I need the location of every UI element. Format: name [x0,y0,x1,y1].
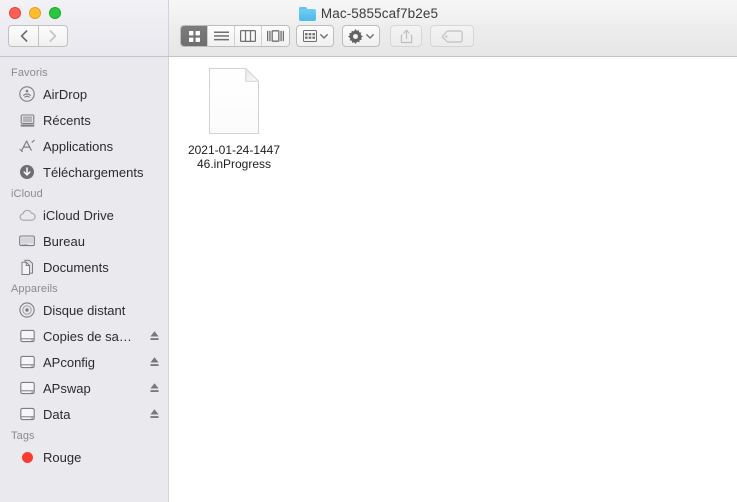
sidebar-item-label: Rouge [43,449,82,465]
gallery-view-icon [267,30,284,42]
gear-icon [348,28,363,44]
sidebar-item-label: Copies de sa… [43,328,132,344]
sidebar-item-label: APswap [43,380,91,396]
sidebar-item-label: Data [43,406,71,422]
hard-drive-icon [18,353,36,371]
sidebar-item-apswap[interactable]: APswap [0,375,168,401]
sidebar-item-apconfig[interactable]: APconfig [0,349,168,375]
view-mode-gallery-button[interactable] [262,26,289,46]
traffic-light-buttons [9,7,61,19]
tag-icon [441,29,463,43]
sidebar-section-icloud: iCloud [11,188,43,200]
sidebar-item-icloud-drive[interactable]: iCloud Drive [0,202,168,228]
file-name-line-2: 46.inProgress [196,157,272,171]
sidebar-content: Favoris AirDrop Récents Applications Tél… [0,57,168,470]
sidebar-item-label: iCloud Drive [43,207,114,223]
hard-drive-icon [18,405,36,423]
chevron-down-icon [366,33,374,39]
file-item[interactable]: 2021-01-24-1447 46.inProgress [178,63,290,171]
file-name-label: 2021-01-24-1447 46.inProgress [181,143,287,171]
action-menu-button[interactable] [342,25,380,47]
recents-icon [18,111,36,129]
file-name-line-1: 2021-01-24-1447 [187,143,281,157]
column-view-icon [240,30,256,42]
sidebar-item-airdrop[interactable]: AirDrop [0,81,168,107]
eject-icon[interactable] [148,381,160,395]
finder-window: Mac-5855caf7b2e5 Favoris AirDrop Récents… [0,0,737,502]
sidebar-item-label: APconfig [43,354,96,370]
eject-icon[interactable] [148,407,160,421]
sidebar-item-label: AirDrop [43,86,88,102]
sidebar-item-label: Disque distant [43,302,126,318]
sidebar-item-label: Récents [43,112,91,128]
tag-dot-icon [18,448,36,466]
list-view-icon [213,31,229,40]
sidebar[interactable]: Favoris AirDrop Récents Applications Tél… [0,57,169,502]
desktop-icon [18,232,36,250]
view-mode-icon-button[interactable] [181,26,208,46]
sidebar-item-recents[interactable]: Récents [0,107,168,133]
airdrop-icon [18,85,36,103]
sidebar-section-tags: Tags [11,430,35,442]
tags-button[interactable] [430,25,474,47]
chevron-left-icon [20,30,27,42]
sidebar-item-documents[interactable]: Documents [0,254,168,280]
documents-icon [18,258,36,276]
view-mode-list-button[interactable] [208,26,235,46]
sidebar-item-tag-rouge[interactable]: Rouge [0,444,168,470]
share-icon [400,29,412,43]
sidebar-section-favoris: Favoris [11,67,48,79]
sidebar-item-data[interactable]: Data [0,401,168,427]
arrange-icon [302,30,317,42]
back-button[interactable] [8,25,38,47]
grid-view-icon [188,30,200,42]
chevron-down-icon [319,33,328,39]
cloud-icon [18,206,36,224]
view-mode-column-button[interactable] [235,26,262,46]
downloads-icon [18,163,36,181]
maximize-button[interactable] [49,7,61,19]
eject-icon[interactable] [148,329,160,343]
sidebar-item-label: Applications [43,138,114,154]
sidebar-section-appareils: Appareils [11,283,58,295]
sidebar-item-desktop[interactable]: Bureau [0,228,168,254]
close-button[interactable] [9,7,21,19]
navigation-buttons [8,25,68,47]
sidebar-item-label: Téléchargements [43,164,144,180]
file-grid: 2021-01-24-1447 46.inProgress [170,57,737,171]
hard-drive-icon [18,327,36,345]
sidebar-item-applications[interactable]: Applications [0,133,168,159]
view-mode-segmented-control [180,25,290,47]
arrange-button[interactable] [296,25,334,47]
disc-icon [18,301,36,319]
sidebar-item-downloads[interactable]: Téléchargements [0,159,168,185]
file-browser-content[interactable]: 2021-01-24-1447 46.inProgress [170,57,737,502]
hard-drive-icon [18,379,36,397]
share-button[interactable] [390,25,422,47]
eject-icon[interactable] [148,355,160,369]
forward-button[interactable] [38,25,68,47]
chevron-right-icon [49,30,57,42]
sidebar-item-remote-disc[interactable]: Disque distant [0,297,168,323]
applications-icon [18,137,36,155]
minimize-button[interactable] [29,7,41,19]
sidebar-item-label: Documents [43,259,109,275]
blank-document-icon [207,67,261,135]
sidebar-item-label: Bureau [43,233,85,249]
sidebar-item-copies-de-sauvegarde[interactable]: Copies de sa… [0,323,168,349]
